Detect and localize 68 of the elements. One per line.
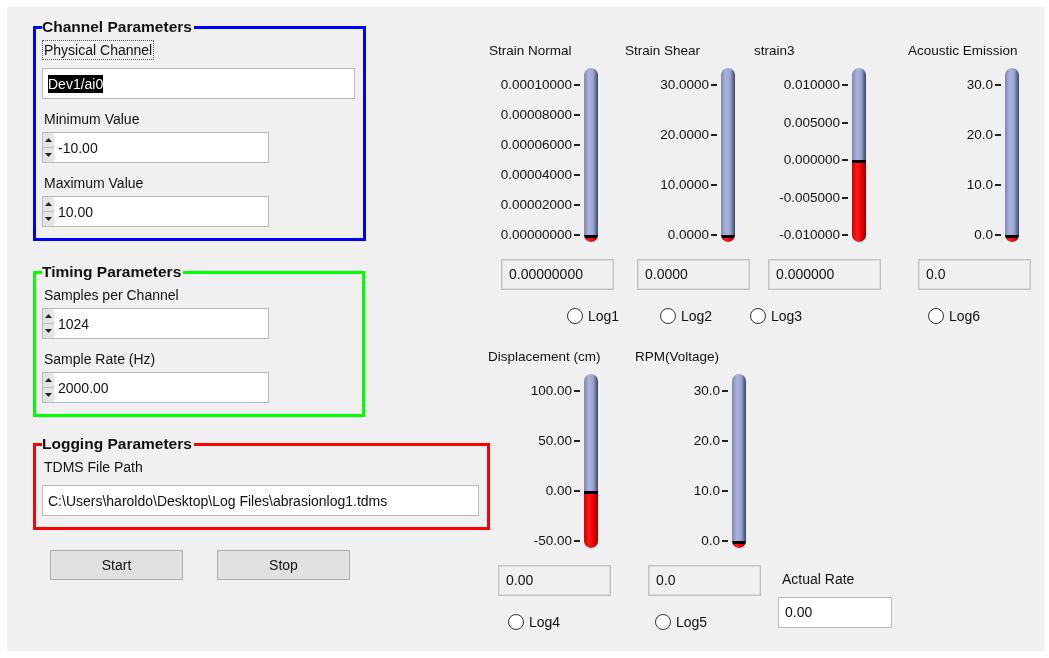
radio-button[interactable]: Log5 <box>655 612 708 632</box>
number-field[interactable]: 1024 <box>42 308 269 339</box>
rate-field: 0.00 <box>778 597 892 628</box>
reading-field: 0.0 <box>648 565 761 596</box>
scale-label: 0.00000000 <box>500 228 572 242</box>
reading-field: 0.00 <box>498 565 611 596</box>
scale-label: -0.010000 <box>779 228 840 242</box>
spinner-icon[interactable] <box>43 373 54 402</box>
scale-label: 10.0000 <box>660 178 709 192</box>
scale-label: 0.00 <box>545 484 572 498</box>
scale-label: 0.010000 <box>783 78 840 92</box>
scale-label: -0.005000 <box>779 190 840 205</box>
spinner-icon[interactable] <box>43 197 54 226</box>
radio-button[interactable]: Log2 <box>660 306 713 326</box>
number-field[interactable]: -10.00 <box>42 132 269 163</box>
scale-label: 0.000000 <box>783 153 840 167</box>
scale-label: 0.005000 <box>783 115 840 130</box>
field-label: Actual Rate <box>781 570 856 589</box>
spinner-icon[interactable] <box>43 133 54 162</box>
scale-label: 10.0 <box>693 484 720 498</box>
gauge-title: RPM(Voltage) <box>635 349 720 364</box>
group-title: Channel Parameters <box>42 18 193 36</box>
reading-field: 0.0000 <box>637 259 750 290</box>
scale-label: 50.00 <box>538 434 572 448</box>
radio-button[interactable]: Log4 <box>508 612 561 632</box>
scale-label: 30.0 <box>966 78 993 92</box>
scale-label: 0.0 <box>701 534 720 548</box>
gauge-title: Strain Shear <box>625 43 701 58</box>
scale-label: 0.00002000 <box>500 198 572 212</box>
field-label: Sample Rate (Hz) <box>43 350 157 369</box>
scale-label: 0.00004000 <box>500 168 572 182</box>
scale-label: 20.0 <box>966 128 993 142</box>
field-label: Samples per Channel <box>43 286 180 305</box>
scale-label: 30.0 <box>693 384 720 398</box>
radio-button[interactable]: Log1 <box>567 306 620 326</box>
field-label: Maximum Value <box>43 174 145 193</box>
field-label: Minimum Value <box>43 110 141 129</box>
reading-field: 0.000000 <box>768 259 881 290</box>
gauge-title: strain3 <box>754 43 795 58</box>
field-label: TDMS File Path <box>43 458 144 477</box>
scale-label: 0.00010000 <box>500 78 572 92</box>
scale-label: 0.0 <box>974 228 993 242</box>
spinner-icon[interactable] <box>43 309 54 338</box>
text-field[interactable]: Dev1/ai0 <box>42 68 355 99</box>
group-title: Logging Parameters <box>42 435 193 453</box>
push-button[interactable]: Stop <box>217 550 350 580</box>
gauge-title: Strain Normal <box>489 43 572 58</box>
scale-label: -50.00 <box>533 534 572 548</box>
text-field[interactable]: C:\Users\haroldo\Desktop\Log Files\abrasionlog1.tdms <box>42 485 479 516</box>
number-field[interactable]: 2000.00 <box>42 372 269 403</box>
scale-label: 30.0000 <box>660 78 709 92</box>
scale-label: 20.0 <box>693 434 720 448</box>
gauge-title: Acoustic Emission <box>908 43 1018 58</box>
scale-label: 0.00008000 <box>500 108 572 122</box>
reading-field: 0.00000000 <box>501 259 614 290</box>
scale-label: 0.0000 <box>667 228 709 242</box>
number-field[interactable]: 10.00 <box>42 196 269 227</box>
radio-button[interactable]: Log3 <box>750 306 803 326</box>
scale-label: 20.0000 <box>660 128 709 142</box>
push-button[interactable]: Start <box>50 550 183 580</box>
group-title: Timing Parameters <box>42 263 183 281</box>
radio-button[interactable]: Log6 <box>928 306 981 326</box>
scale-label: 10.0 <box>966 178 993 192</box>
field-label: Physical Channel <box>42 40 155 60</box>
scale-label: 100.00 <box>530 384 572 398</box>
scale-label: 0.00006000 <box>500 138 572 152</box>
gauge-title: Displacement (cm) <box>488 349 601 364</box>
reading-field: 0.0 <box>918 259 1031 290</box>
